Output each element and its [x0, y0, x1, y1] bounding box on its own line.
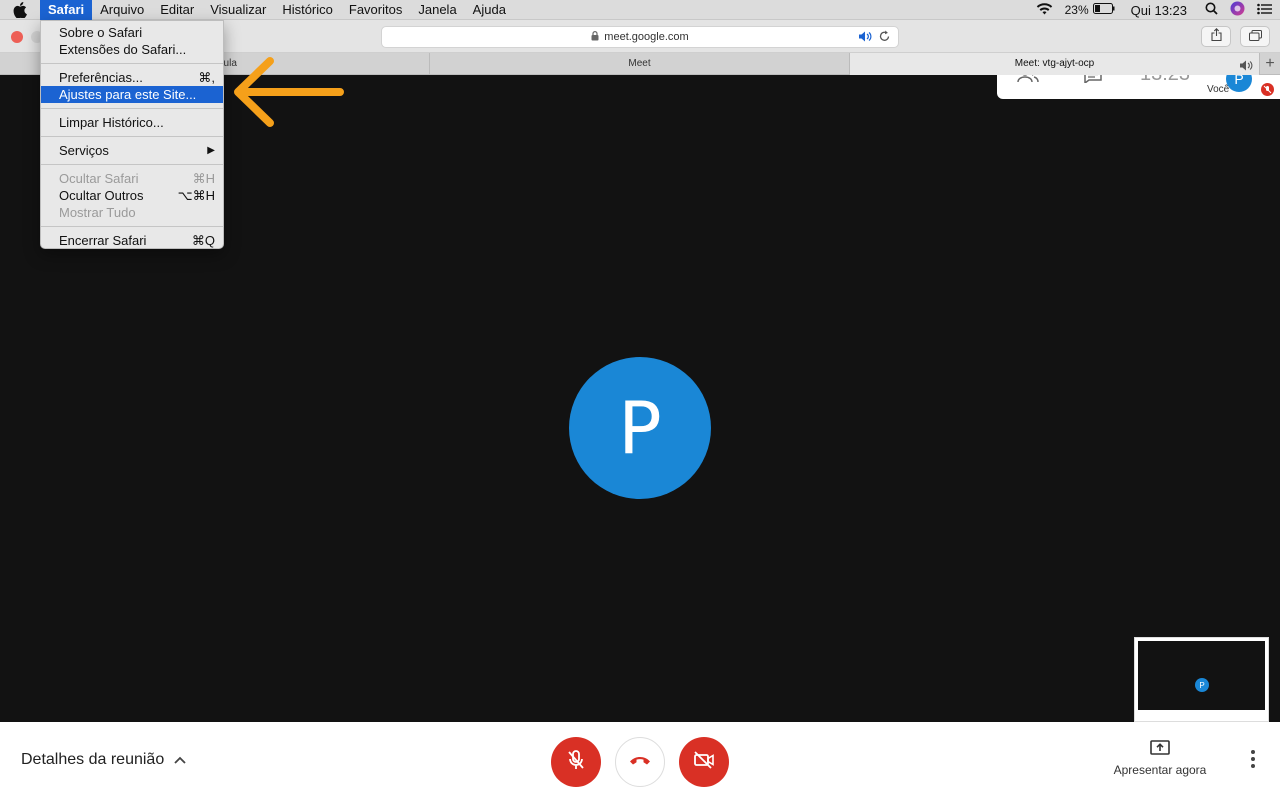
list-icon[interactable] [1257, 3, 1272, 18]
menu-item-shortcut: ⌥⌘H [177, 188, 215, 203]
macos-menu-bar: Safari Arquivo Editar Visualizar Históri… [0, 0, 1280, 20]
chat-icon[interactable] [1084, 75, 1102, 88]
lock-icon [591, 30, 599, 44]
menu-historico[interactable]: Histórico [274, 0, 341, 20]
speaker-icon[interactable] [858, 31, 873, 45]
menu-separator [41, 63, 223, 64]
safari-menu-dropdown: Sobre o Safari Extensões do Safari... Pr… [40, 20, 224, 249]
battery-icon[interactable] [1092, 3, 1115, 17]
menu-item-label: Extensões do Safari... [59, 42, 187, 57]
menu-item-about-safari[interactable]: Sobre o Safari [41, 24, 223, 41]
menu-item-safari-extensions[interactable]: Extensões do Safari... [41, 41, 223, 58]
menu-item-shortcut: ⌘Q [191, 233, 215, 248]
more-vertical-icon-dot [1251, 757, 1255, 761]
tab-label: Meet [628, 58, 651, 69]
menu-separator [41, 136, 223, 137]
phone-hangup-icon [629, 753, 651, 771]
apple-icon[interactable] [0, 0, 40, 20]
menu-item-label: Encerrar Safari [59, 233, 147, 248]
menu-separator [41, 226, 223, 227]
meeting-details-toggle[interactable]: Detalhes da reunião [21, 751, 186, 769]
submenu-arrow-icon: ▶ [207, 145, 215, 156]
chevron-up-icon [174, 751, 186, 769]
menu-editar[interactable]: Editar [152, 0, 202, 20]
leave-call-button[interactable] [615, 737, 665, 787]
people-icon[interactable] [1017, 75, 1039, 88]
menu-item-shortcut: ⌘, [198, 70, 215, 85]
menu-item-label: Sobre o Safari [59, 25, 143, 40]
participant-avatar: P [569, 357, 711, 499]
self-avatar: P [1226, 75, 1252, 92]
camera-off-icon [693, 750, 715, 774]
menu-item-shortcut: ⌘H [192, 171, 215, 186]
toggle-camera-button[interactable] [679, 737, 729, 787]
menu-ajuda[interactable]: Ajuda [465, 0, 514, 20]
menu-item-show-all: Mostrar Tudo [41, 204, 223, 221]
tabs-overview-icon [1248, 28, 1262, 46]
menu-item-label: Serviços [59, 143, 109, 158]
self-view-avatar: P [1195, 678, 1209, 692]
meet-info-panel: 13:23 P Você [997, 75, 1280, 99]
menu-separator [41, 164, 223, 165]
tab-meet-active[interactable]: Meet: vtg-ajyt-ocp [850, 53, 1260, 75]
menu-safari[interactable]: Safari [40, 0, 93, 20]
mic-off-icon [567, 749, 585, 775]
address-actions [858, 30, 890, 45]
close-window-button[interactable] [11, 31, 23, 43]
tab-overview-button[interactable] [1240, 26, 1270, 47]
address-bar[interactable]: meet.google.com [381, 26, 899, 48]
share-icon [1210, 27, 1222, 46]
menu-separator [41, 108, 223, 109]
self-view-thumbnail[interactable]: P [1134, 637, 1269, 722]
menu-item-label: Limpar Histórico... [59, 115, 164, 130]
meeting-details-label: Detalhes da reunião [21, 751, 165, 768]
menu-item-hide-safari: Ocultar Safari ⌘H [41, 170, 223, 187]
menu-item-label: Ocultar Safari [59, 171, 139, 186]
menu-item-quit-safari[interactable]: Encerrar Safari ⌘Q [41, 232, 223, 249]
menu-item-label: Ajustes para este Site... [59, 87, 197, 102]
self-view-inner: P [1138, 641, 1265, 718]
meet-control-bar: Detalhes da reunião Apresentar agora [0, 722, 1280, 800]
self-label: Você [1207, 84, 1230, 95]
tab-meet[interactable]: Meet [430, 53, 850, 75]
menu-item-site-settings[interactable]: Ajustes para este Site... [41, 86, 223, 103]
mic-off-icon [1261, 83, 1274, 96]
tab-label: Meet: vtg-ajyt-ocp [1014, 58, 1095, 69]
present-screen-icon [1110, 740, 1210, 759]
share-button[interactable] [1201, 26, 1231, 47]
menu-item-hide-others[interactable]: Ocultar Outros ⌥⌘H [41, 187, 223, 204]
search-icon[interactable] [1205, 2, 1218, 18]
menu-favoritos[interactable]: Favoritos [341, 0, 410, 20]
present-now-label: Apresentar agora [1113, 763, 1207, 777]
menu-visualizar[interactable]: Visualizar [202, 0, 274, 20]
toggle-microphone-button[interactable] [551, 737, 601, 787]
battery-percentage: 23% [1064, 3, 1089, 17]
address-url: meet.google.com [604, 31, 689, 43]
new-tab-button[interactable]: + [1260, 53, 1280, 75]
menu-arquivo[interactable]: Arquivo [92, 0, 152, 20]
menu-item-label: Preferências... [59, 70, 143, 85]
present-now-button[interactable]: Apresentar agora [1110, 740, 1210, 777]
self-view-controls [1138, 710, 1265, 718]
arrow-left-icon [230, 55, 346, 136]
reload-icon[interactable] [879, 30, 890, 45]
meet-clock: 13:23 [1140, 75, 1190, 86]
menu-item-clear-history[interactable]: Limpar Histórico... [41, 114, 223, 131]
more-vertical-icon [1251, 750, 1255, 754]
menu-janela[interactable]: Janela [410, 0, 464, 20]
more-options-button[interactable] [1243, 750, 1263, 772]
siri-icon[interactable] [1230, 1, 1245, 19]
wifi-icon[interactable] [1036, 2, 1053, 18]
menu-item-label: Mostrar Tudo [59, 205, 136, 220]
menu-item-label: Ocultar Outros [59, 188, 144, 203]
menu-bar-clock[interactable]: Qui 13:23 [1131, 3, 1187, 18]
menu-item-services[interactable]: Serviços ▶ [41, 142, 223, 159]
menu-bar-status-area: 23% Qui 13:23 [1036, 0, 1272, 20]
more-vertical-icon-dot [1251, 764, 1255, 768]
menu-item-preferences[interactable]: Preferências... ⌘, [41, 69, 223, 86]
